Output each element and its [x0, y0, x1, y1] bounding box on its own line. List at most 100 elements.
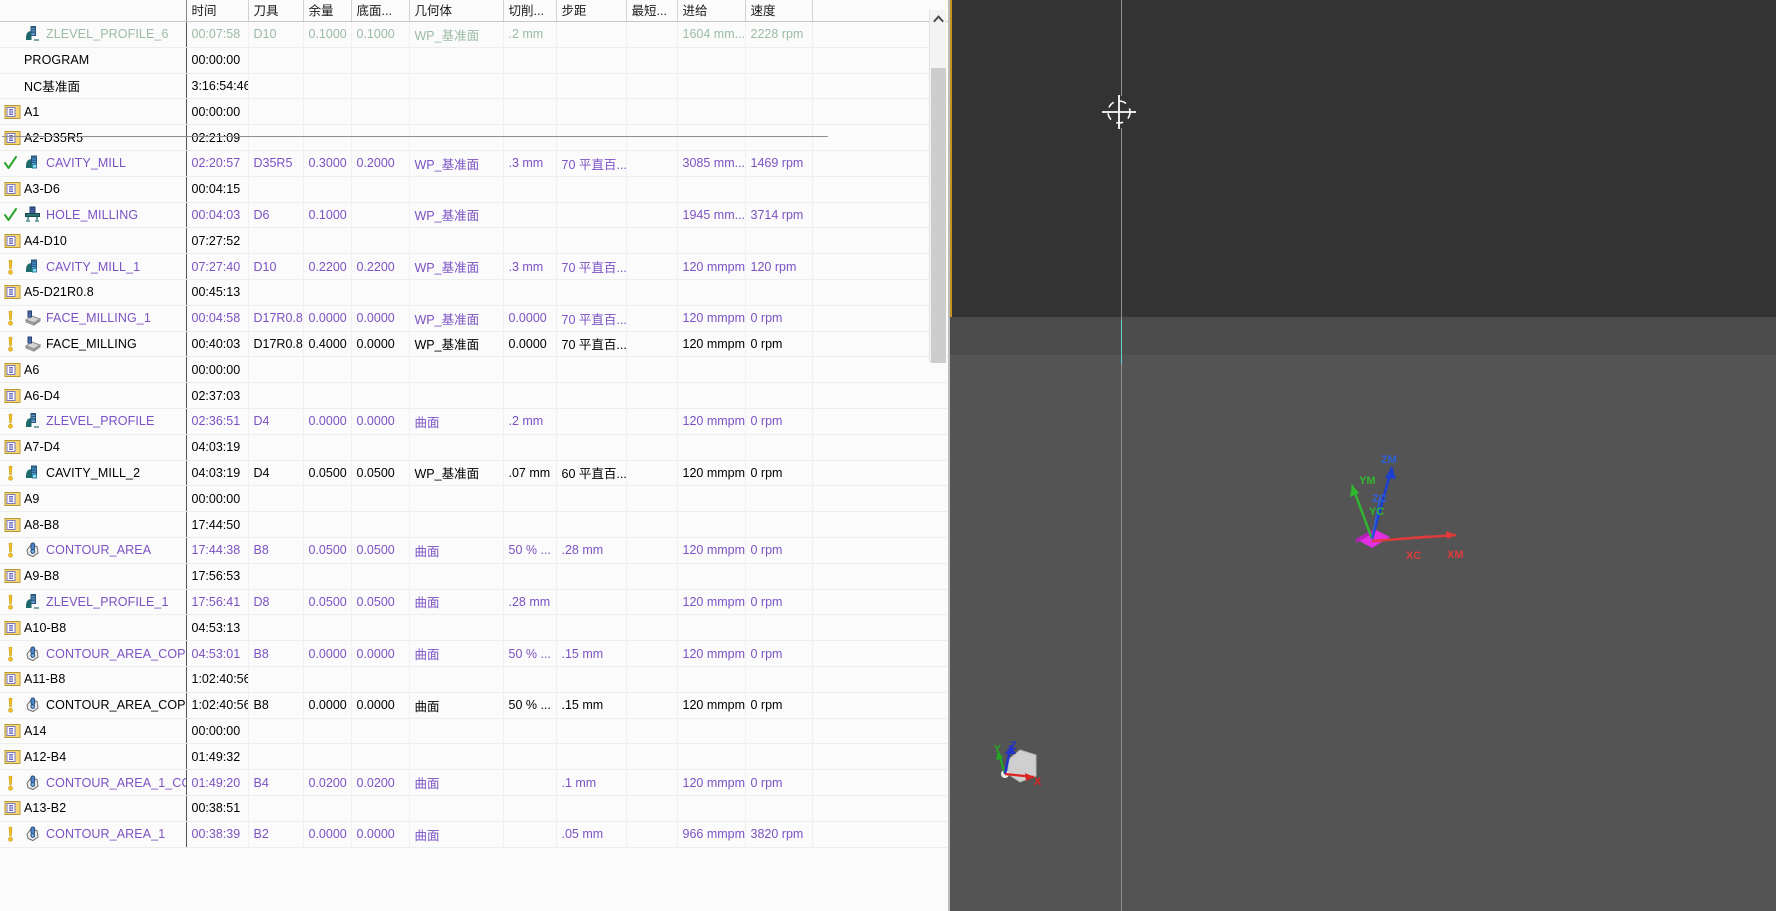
column-header-stepover[interactable]: 步距 — [556, 0, 627, 22]
view-orientation-gizmo[interactable]: Z Y X — [992, 730, 1072, 796]
cell-floor[interactable]: 0.0000 — [351, 305, 410, 332]
table-row[interactable]: CONTOUR_AREA_1 00:38:39 B2 0.0000 0.0000 曲面 .0… — [0, 821, 950, 848]
cell-cut[interactable] — [503, 821, 557, 848]
cell-speed[interactable] — [745, 98, 813, 126]
cell-floor[interactable]: 0.0200 — [351, 769, 410, 796]
table-row[interactable]: HOLE_MILLING 00:04:03 D6 0.1000 WP_基准面 1945 m… — [0, 202, 950, 229]
cell-speed[interactable] — [745, 73, 813, 100]
cell-feed[interactable] — [677, 227, 746, 255]
cell-stock[interactable] — [303, 73, 352, 100]
cell-geometry[interactable]: 曲面 — [409, 821, 504, 848]
cell-min[interactable] — [626, 743, 678, 771]
cell-tool[interactable]: D6 — [248, 202, 304, 229]
cell-geometry[interactable]: 曲面 — [409, 769, 504, 796]
cell-feed[interactable] — [677, 511, 746, 538]
cell-floor[interactable] — [351, 743, 410, 771]
cell-stepover[interactable] — [556, 718, 627, 745]
cell-stock[interactable] — [303, 795, 352, 822]
cell-operation-name[interactable]: A3-D6 — [0, 176, 187, 203]
cell-time[interactable]: 17:44:38 — [186, 537, 249, 564]
cell-cut[interactable]: .2 mm — [503, 408, 557, 435]
cell-geometry[interactable] — [409, 356, 504, 384]
cell-time[interactable]: 00:00:00 — [186, 356, 249, 384]
cell-min[interactable] — [626, 21, 678, 48]
cell-floor[interactable] — [351, 176, 410, 203]
cell-time[interactable]: 17:56:41 — [186, 589, 249, 616]
cell-stepover[interactable]: .1 mm — [556, 769, 627, 796]
cell-stock[interactable]: 0.0200 — [303, 769, 352, 796]
cell-floor[interactable] — [351, 511, 410, 538]
cell-feed[interactable]: 120 mmpm — [677, 692, 746, 719]
cell-cut[interactable] — [503, 614, 557, 642]
cell-geometry[interactable] — [409, 382, 504, 409]
cell-cut[interactable] — [503, 382, 557, 409]
cell-floor[interactable] — [351, 227, 410, 255]
cell-feed[interactable]: 1945 mm... — [677, 202, 746, 229]
cell-min[interactable] — [626, 485, 678, 513]
cell-cut[interactable] — [503, 227, 557, 255]
cell-cut[interactable] — [503, 563, 557, 590]
cell-geometry[interactable] — [409, 279, 504, 306]
cell-tool[interactable] — [248, 47, 304, 74]
cell-cut[interactable] — [503, 795, 557, 822]
cell-min[interactable] — [626, 305, 678, 332]
table-row[interactable]: A8-B8 17:44:50 — [0, 511, 950, 538]
cell-speed[interactable] — [745, 511, 813, 538]
cell-feed[interactable]: 120 mmpm — [677, 460, 746, 487]
cell-speed[interactable]: 0 rpm — [745, 769, 813, 796]
cell-floor[interactable] — [351, 666, 410, 693]
cell-stepover[interactable] — [556, 511, 627, 538]
cell-speed[interactable] — [745, 434, 813, 461]
cell-tool[interactable]: B8 — [248, 640, 304, 667]
cell-min[interactable] — [626, 769, 678, 796]
cell-speed[interactable]: 1469 rpm — [745, 150, 813, 177]
cell-cut[interactable] — [503, 47, 557, 74]
cell-feed[interactable] — [677, 743, 746, 771]
cell-stepover[interactable] — [556, 589, 627, 616]
table-row[interactable]: FACE_MILLING_1 00:04:58 D17R0.8 0.0000 0.000… — [0, 305, 950, 332]
cell-stepover[interactable] — [556, 743, 627, 771]
cell-min[interactable] — [626, 511, 678, 538]
cell-cut[interactable]: 50 % ... — [503, 537, 557, 564]
cell-operation-name[interactable]: ZLEVEL_PROFILE_6 — [0, 21, 187, 48]
cell-tool[interactable]: B4 — [248, 769, 304, 796]
cell-feed[interactable] — [677, 176, 746, 203]
cell-geometry[interactable]: 曲面 — [409, 589, 504, 616]
cell-tool[interactable]: D8 — [248, 589, 304, 616]
cell-feed[interactable] — [677, 356, 746, 384]
table-row[interactable]: A11-B8 1:02:40:56 — [0, 666, 950, 693]
cell-operation-name[interactable]: ZLEVEL_PROFILE — [0, 408, 187, 435]
column-header-speed[interactable]: 速度 — [745, 0, 813, 22]
table-row[interactable]: A6-D4 02:37:03 — [0, 382, 950, 409]
cell-operation-name[interactable]: A5-D21R0.8 — [0, 279, 187, 306]
cell-stepover[interactable] — [556, 434, 627, 461]
cell-feed[interactable] — [677, 47, 746, 74]
cell-min[interactable] — [626, 408, 678, 435]
cell-speed[interactable]: 120 rpm — [745, 253, 813, 280]
cell-min[interactable] — [626, 331, 678, 358]
cell-floor[interactable]: 0.1000 — [351, 21, 410, 48]
cell-stock[interactable] — [303, 279, 352, 306]
cell-floor[interactable] — [351, 98, 410, 126]
cell-geometry[interactable]: 曲面 — [409, 692, 504, 719]
cell-min[interactable] — [626, 640, 678, 667]
cell-min[interactable] — [626, 460, 678, 487]
table-row[interactable]: A14 00:00:00 — [0, 718, 950, 745]
cell-stock[interactable] — [303, 743, 352, 771]
cell-stepover[interactable]: .15 mm — [556, 692, 627, 719]
cell-min[interactable] — [626, 176, 678, 203]
column-header-geometry[interactable]: 几何体 — [409, 0, 504, 22]
cell-speed[interactable] — [745, 795, 813, 822]
cell-min[interactable] — [626, 279, 678, 306]
cell-cut[interactable] — [503, 356, 557, 384]
cell-floor[interactable] — [351, 279, 410, 306]
cell-operation-name[interactable]: ZLEVEL_PROFILE_1 — [0, 589, 187, 616]
cell-stepover[interactable]: 70 平直百... — [556, 150, 627, 177]
cell-stock[interactable] — [303, 98, 352, 126]
scroll-up-arrow-icon[interactable] — [930, 10, 947, 27]
cell-speed[interactable]: 0 rpm — [745, 537, 813, 564]
cell-operation-name[interactable]: NC基准面 — [0, 73, 187, 100]
table-row[interactable]: CAVITY_MILL_1 07:27:40 D10 0.2200 0.2200 WP_基… — [0, 253, 950, 280]
cell-stepover[interactable] — [556, 795, 627, 822]
cell-operation-name[interactable]: A10-B8 — [0, 614, 187, 642]
